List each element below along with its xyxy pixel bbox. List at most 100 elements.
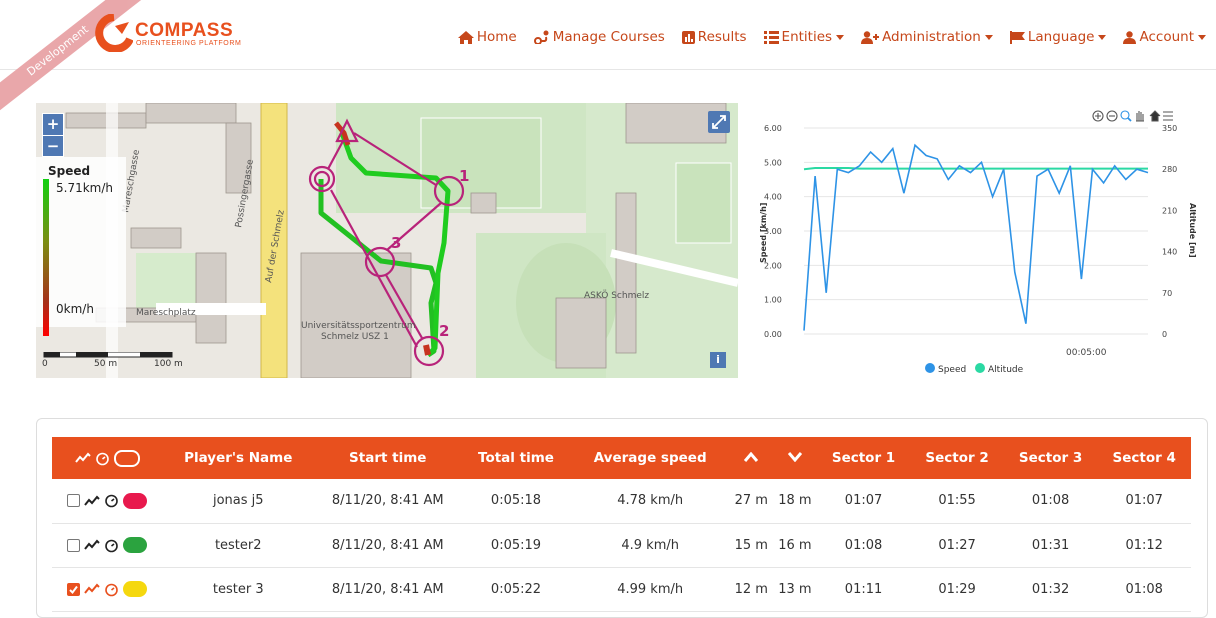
timer-icon[interactable]	[95, 451, 110, 466]
speed-legend-min: 0km/h	[56, 302, 94, 316]
cell-descent: 13 m	[773, 567, 817, 612]
cell-total-time: 0:05:19	[461, 523, 571, 568]
header-descent[interactable]	[773, 437, 817, 479]
replay-timer-icon[interactable]	[104, 493, 119, 508]
speed-altitude-chart[interactable]: 6.00 5.00 4.00 3.00 2.00 1.00 0.00 350 280 210 14…	[756, 108, 1208, 380]
row-controls	[52, 479, 162, 524]
cell-average-speed: 4.99 km/h	[570, 567, 730, 612]
row-select-checkbox[interactable]	[67, 494, 80, 508]
header-sector-1[interactable]: Sector 1	[817, 437, 911, 479]
y-right-tick-label: 350	[1162, 124, 1177, 133]
scale-label-100: 100 m	[154, 359, 183, 369]
y-left-tick-label: 6.00	[764, 124, 782, 133]
y-right-tick-label: 210	[1162, 206, 1177, 215]
control-number-3: 3	[391, 234, 401, 252]
player-color-swatch[interactable]	[123, 581, 147, 597]
cell-start-time: 8/11/20, 8:41 AM	[314, 479, 462, 524]
player-color-swatch[interactable]	[123, 492, 147, 509]
chevron-down-icon	[787, 452, 803, 463]
cell-sector-1: 01:11	[816, 567, 911, 612]
row-controls	[52, 567, 162, 612]
legend-altitude-label[interactable]: Altitude	[988, 365, 1024, 375]
cell-ascent: 27 m	[729, 479, 774, 524]
reset-home-icon[interactable]	[1149, 110, 1161, 122]
cell-sector-2: 01:29	[910, 567, 1004, 612]
cell-sector-3: 01:32	[1003, 567, 1098, 612]
table-row[interactable]: jonas j5 8/11/20, 8:41 AM 0:05:18 4.78 km/h…	[52, 479, 1191, 524]
app-name: COMPASS	[135, 20, 234, 41]
row-select-checkbox[interactable]	[67, 582, 80, 596]
map-zoom-out-button[interactable]: −	[43, 136, 63, 157]
chevron-up-icon	[744, 451, 759, 462]
cell-player-name: jonas j5	[162, 479, 315, 524]
cell-sector-2: 01:27	[910, 523, 1004, 568]
user-plus-icon	[861, 30, 880, 44]
nav-account[interactable]: Account	[1123, 28, 1206, 46]
route-trend-icon[interactable]	[74, 452, 91, 464]
cell-average-speed: 4.78 km/h	[570, 479, 730, 524]
header-ascent[interactable]	[729, 437, 773, 479]
scale-label-0: 0	[42, 359, 48, 369]
map-zoom-control: + −	[42, 113, 64, 157]
map-label-asko: ASKÖ Schmelz	[584, 290, 649, 301]
compass-logo-icon	[95, 14, 133, 52]
table-row[interactable]: tester 3 8/11/20, 8:41 AM 0:05:22 4.99 km/h…	[52, 567, 1191, 612]
legend-speed-label[interactable]: Speed	[938, 365, 966, 375]
show-route-icon[interactable]	[84, 539, 100, 551]
course-map[interactable]: 1 2 3 Universitätssportzentrum Schmelz U…	[36, 103, 738, 378]
header-total-time[interactable]: Total time	[461, 437, 571, 479]
cell-ascent: 15 m	[729, 523, 774, 568]
chevron-down-icon	[1198, 34, 1206, 40]
pan-hand-icon[interactable]	[1136, 111, 1144, 122]
map-zoom-in-button[interactable]: +	[43, 114, 63, 135]
replay-timer-icon[interactable]	[104, 538, 119, 553]
map-info-button[interactable]: i	[710, 352, 726, 368]
flag-icon	[1009, 30, 1025, 44]
header-sector-2[interactable]: Sector 2	[910, 437, 1004, 479]
show-route-icon[interactable]	[84, 495, 100, 507]
replay-timer-icon[interactable]	[104, 582, 119, 597]
logo[interactable]: COMPASS ORIENTEERING PLATFORM	[95, 14, 275, 54]
home-icon	[457, 30, 474, 44]
cell-sector-3: 01:31	[1003, 523, 1098, 568]
table-row[interactable]: tester2 8/11/20, 8:41 AM 0:05:19 4.9 km/h 15…	[52, 523, 1191, 568]
cell-ascent: 12 m	[729, 567, 774, 612]
magnifier-icon[interactable]	[1120, 110, 1132, 122]
map-fullscreen-button[interactable]	[708, 111, 730, 133]
cell-sector-2: 01:55	[910, 479, 1004, 524]
header-start-time[interactable]: Start time	[314, 437, 461, 479]
y-right-tick-label: 70	[1162, 289, 1172, 298]
header-sector-3[interactable]: Sector 3	[1004, 437, 1098, 479]
nav-home[interactable]: Home	[457, 28, 517, 46]
header-player-name[interactable]: Player's Name	[162, 437, 314, 479]
zoom-in-icon[interactable]	[1092, 110, 1104, 122]
y-right-tick-label: 280	[1162, 165, 1177, 174]
nav-manage-courses[interactable]: Manage Courses	[533, 28, 665, 46]
color-toggle-icon[interactable]	[113, 449, 140, 467]
cell-descent: 18 m	[773, 479, 817, 524]
cell-start-time: 8/11/20, 8:41 AM	[314, 567, 462, 612]
nav-results[interactable]: Results	[681, 28, 747, 46]
player-color-swatch[interactable]	[123, 537, 147, 553]
control-number-2: 2	[439, 322, 449, 340]
navbar: Development COMPASS ORIENTEERING PLATFOR…	[0, 0, 1216, 122]
header-sector-4[interactable]: Sector 4	[1097, 437, 1191, 479]
header-average-speed[interactable]: Average speed	[571, 437, 729, 479]
bar-chart-icon	[681, 30, 695, 44]
map-scale-bar: 0 50 m 100 m	[42, 351, 192, 370]
results-table: Player's Name Start time Total time Aver…	[52, 437, 1191, 612]
cell-sector-1: 01:07	[816, 479, 911, 524]
cell-player-name: tester 3	[162, 567, 315, 612]
show-route-icon[interactable]	[84, 583, 100, 595]
cell-average-speed: 4.9 km/h	[570, 523, 730, 568]
speed-series-line	[803, 143, 1149, 331]
row-select-checkbox[interactable]	[67, 538, 80, 552]
nav-language[interactable]: Language	[1009, 28, 1107, 46]
nav-entities[interactable]: Entities	[763, 28, 845, 46]
speed-legend-max: 5.71km/h	[56, 181, 114, 195]
menu-icon[interactable]	[1163, 111, 1173, 121]
zoom-out-icon[interactable]	[1106, 110, 1118, 122]
map-label-usz: Universitätssportzentrum	[301, 321, 416, 331]
nav-administration[interactable]: Administration	[861, 28, 993, 46]
nav-entities-label: Entities	[781, 29, 833, 45]
